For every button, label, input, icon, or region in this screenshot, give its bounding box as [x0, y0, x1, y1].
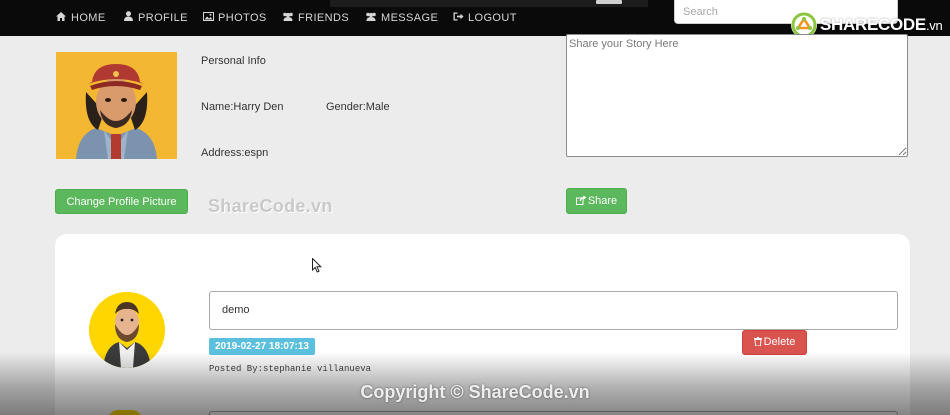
- profile-address: Address:espn: [201, 147, 269, 159]
- post-content: demo: [209, 291, 898, 330]
- nav-message-label: MESSAGE: [381, 12, 439, 24]
- profile-gender: Gender:Male: [326, 101, 390, 113]
- post-author-avatar-2: [108, 410, 142, 415]
- nav-home-label: HOME: [71, 12, 106, 24]
- mouse-cursor-icon: [312, 257, 323, 278]
- users-icon: [282, 1, 294, 37]
- profile-picture: [56, 52, 177, 159]
- change-profile-picture-button[interactable]: Change Profile Picture: [55, 189, 188, 214]
- home-icon: [55, 1, 67, 37]
- nav-friends-label: FRIENDS: [298, 12, 350, 24]
- trash-icon: [753, 332, 762, 355]
- share-label: Share: [587, 194, 618, 207]
- sharecode-watermark: ShareCode.vn: [208, 196, 333, 216]
- nav-profile-label: PROFILE: [138, 12, 188, 24]
- nav-photos-label: PHOTOS: [218, 12, 267, 24]
- post-timestamp-badge: 2019-02-27 18:07:13: [209, 338, 315, 355]
- profile-name: Name:Harry Den: [201, 101, 284, 113]
- nav-center-strip: [330, 0, 648, 7]
- nav-profile[interactable]: PROFILE: [122, 0, 188, 36]
- delete-label: Delete: [763, 336, 796, 348]
- user-icon: [122, 1, 134, 37]
- brand-text: SHARECODE.vn: [820, 15, 943, 34]
- nav-logout-label: LOGOUT: [468, 12, 517, 24]
- share-button[interactable]: Share: [566, 188, 627, 214]
- delete-post-button[interactable]: Delete: [742, 330, 807, 355]
- post-content-2: [209, 411, 898, 415]
- nav-mini-button[interactable]: [596, 0, 622, 4]
- personal-info-heading: Personal Info: [201, 55, 266, 67]
- story-textarea[interactable]: [566, 34, 908, 157]
- post-author: Posted By:stephanie villanueva: [209, 364, 372, 374]
- share-icon: [575, 195, 587, 208]
- post-author-avatar: [89, 292, 165, 368]
- nav-photos[interactable]: PHOTOS: [202, 0, 267, 36]
- picture-icon: [202, 1, 214, 37]
- nav-home[interactable]: HOME: [55, 0, 106, 36]
